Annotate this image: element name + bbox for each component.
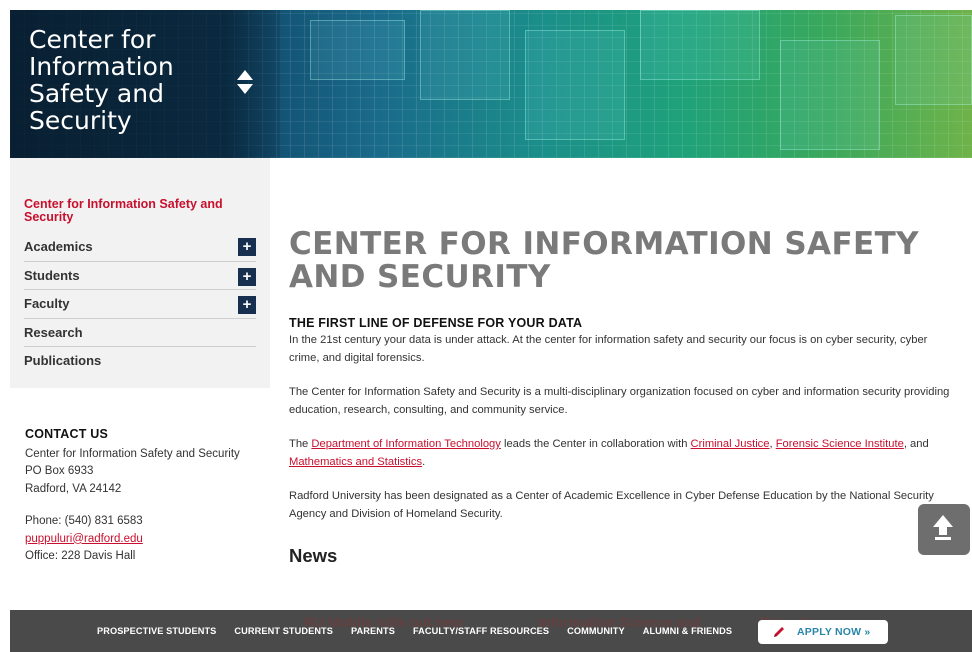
- news-heading: News: [289, 545, 338, 566]
- contact-phone: Phone: (540) 831 6583: [25, 515, 143, 527]
- sidebar-heading[interactable]: Center for Information Safety and Securi…: [24, 198, 254, 224]
- sidebar-nav: Center for Information Safety and Securi…: [10, 158, 270, 388]
- header-banner: Center for Information Safety and Securi…: [10, 10, 972, 158]
- collaboration-paragraph: The Department of Information Technology…: [289, 438, 929, 468]
- sidebar-item-label: Publications: [24, 353, 102, 369]
- contact-po-box: PO Box 6933: [25, 465, 94, 477]
- footer-link-current-students[interactable]: CURRENT STUDENTS: [234, 626, 333, 636]
- sidebar-item-label: Academics: [24, 238, 93, 254]
- sidebar-item-research[interactable]: Research: [24, 317, 256, 347]
- banner-screen-panel: [525, 30, 625, 140]
- contact-block: CONTACT US Center for Information Safety…: [25, 426, 245, 566]
- plus-icon[interactable]: +: [238, 296, 256, 314]
- link-department-of-it[interactable]: Department of Information Technology: [311, 438, 500, 450]
- link-criminal-justice[interactable]: Criminal Justice: [691, 438, 770, 450]
- sidebar-item-label: Research: [24, 324, 83, 340]
- apply-now-button[interactable]: APPLY NOW »: [758, 620, 888, 644]
- plus-icon[interactable]: +: [238, 238, 256, 256]
- page-title: CENTER FOR INFORMATION SAFETY AND SECURI…: [289, 226, 919, 295]
- footer-link-parents[interactable]: PARENTS: [351, 626, 395, 636]
- pencil-icon: [774, 627, 784, 637]
- sidebar-item-label: Students: [24, 267, 80, 283]
- banner-screen-panel: [310, 20, 405, 80]
- link-forensic-science-institute[interactable]: Forensic Science Institute: [776, 438, 904, 450]
- banner-screen-panel: [895, 15, 972, 105]
- sidebar-item-academics[interactable]: Academics +: [24, 232, 256, 261]
- footer-link-faculty-staff[interactable]: FACULTY/STAFF RESOURCES: [413, 626, 549, 636]
- sidebar-item-faculty[interactable]: Faculty +: [24, 289, 256, 318]
- about-paragraph: The Center for Information Safety and Se…: [289, 386, 950, 416]
- main-content: CENTER FOR INFORMATION SAFETY AND SECURI…: [289, 228, 957, 567]
- plus-icon[interactable]: +: [238, 267, 256, 286]
- contact-email-link[interactable]: puppuluri@radford.edu: [25, 533, 143, 545]
- contact-heading: CONTACT US: [25, 427, 109, 441]
- link-mathematics-statistics[interactable]: Mathematics and Statistics: [289, 456, 422, 468]
- sidebar-menu: Academics + Students + Faculty + Researc…: [24, 232, 256, 375]
- sidebar-item-publications[interactable]: Publications: [24, 346, 256, 375]
- apply-now-label: APPLY NOW »: [797, 626, 871, 638]
- banner-screen-panel: [420, 10, 510, 100]
- contact-office: Office: 228 Davis Hall: [25, 550, 136, 562]
- banner-screen-panel: [640, 10, 760, 80]
- footer-links: PROSPECTIVE STUDENTS CURRENT STUDENTS PA…: [10, 610, 750, 652]
- footer-link-community[interactable]: COMMUNITY: [567, 626, 625, 636]
- intro-paragraph: In the 21st century your data is under a…: [289, 334, 928, 364]
- contact-name: Center for Information Safety and Securi…: [25, 447, 240, 460]
- footer-link-alumni-friends[interactable]: ALUMNI & FRIENDS: [643, 626, 732, 636]
- footer-link-prospective-students[interactable]: PROSPECTIVE STUDENTS: [97, 626, 216, 636]
- designation-paragraph: Radford University has been designated a…: [289, 490, 934, 520]
- contact-city: Radford, VA 24142: [25, 482, 122, 495]
- site-title[interactable]: Center for Information Safety and Securi…: [29, 26, 229, 134]
- back-to-top-button[interactable]: [918, 504, 970, 555]
- footer-nav: RU Mobile rolls out new Information Scie…: [10, 610, 972, 652]
- sidebar-item-students[interactable]: Students +: [24, 260, 256, 290]
- section-subtitle: THE FIRST LINE OF DEFENSE FOR YOUR DATA: [289, 316, 583, 330]
- sidebar-item-label: Faculty: [24, 296, 70, 312]
- sort-toggle-icon[interactable]: [236, 70, 254, 96]
- banner-screen-panel: [780, 40, 880, 150]
